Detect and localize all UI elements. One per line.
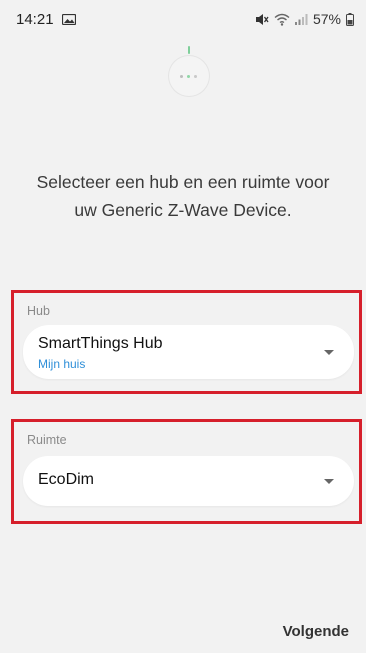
loader-dot: [194, 75, 197, 78]
battery-level: 57%: [312, 11, 341, 27]
status-time: 14:21: [16, 11, 54, 28]
room-section: Ruimte EcoDim: [11, 419, 362, 524]
hub-label: Hub: [27, 304, 50, 318]
chevron-down-icon[interactable]: [324, 350, 334, 355]
next-button[interactable]: Volgende: [283, 623, 349, 640]
chevron-down-icon[interactable]: [324, 479, 334, 484]
loader-dot: [180, 75, 183, 78]
image-icon: [62, 14, 76, 25]
hub-location: Mijn huis: [38, 357, 86, 371]
status-bar: 14:21 57%: [0, 0, 366, 34]
room-label: Ruimte: [27, 433, 67, 447]
loading-dots-icon: [169, 56, 209, 96]
hub-selected-value: SmartThings Hub: [38, 335, 163, 352]
hub-dropdown[interactable]: SmartThings Hub Mijn huis: [23, 325, 354, 379]
signal-icon: [294, 14, 308, 25]
room-selected-value: EcoDim: [38, 471, 95, 488]
instruction-text: Selecteer een hub en een ruimte voor uw …: [36, 172, 330, 220]
room-dropdown[interactable]: EcoDim: [23, 456, 354, 506]
mute-icon: [255, 13, 269, 25]
wifi-icon: [274, 13, 290, 26]
hub-section: Hub SmartThings Hub Mijn huis: [11, 290, 362, 394]
battery-icon: [346, 12, 354, 26]
loader-dot: [187, 75, 190, 78]
progress-tick: [188, 46, 190, 54]
status-icons: 57%: [255, 11, 354, 27]
